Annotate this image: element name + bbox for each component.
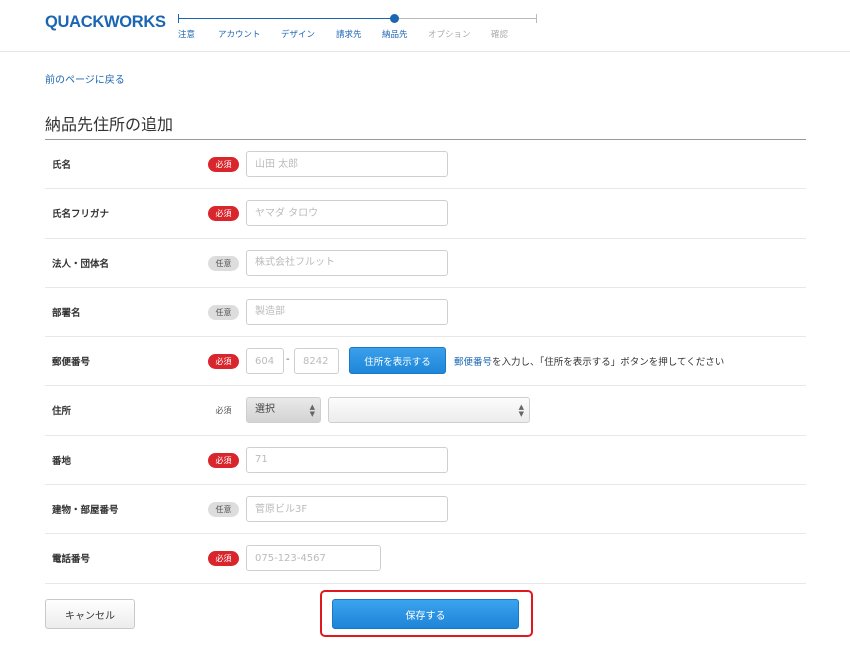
required-badge: 必須 (208, 206, 239, 222)
furigana-input[interactable] (246, 200, 448, 227)
postal-hint-text: を入力し、「住所を表示する」ボタンを押してください (492, 357, 725, 369)
form-row-company: 法人・団体名 任意 (45, 239, 806, 288)
step-design: デザイン (281, 30, 316, 40)
postal-hint: 郵便番号を入力し、「住所を表示する」ボタンを押してください (454, 354, 724, 368)
step-options: オプション (428, 30, 471, 40)
postal-dash: - (286, 354, 290, 366)
progress-line-todo (394, 18, 536, 19)
postal-code-second-input[interactable] (294, 348, 339, 375)
prefecture-select-value: 選択 (255, 404, 275, 416)
select-arrows-icon: ▲ ▼ (309, 403, 315, 419)
optional-badge: 任意 (208, 255, 239, 271)
furigana-label: 氏名フリガナ (52, 209, 110, 221)
address-label: 住所 (52, 406, 72, 418)
required-badge: 必須 (208, 354, 239, 370)
back-link[interactable]: 前のページに戻る (45, 71, 125, 86)
cancel-button[interactable]: キャンセル (45, 599, 135, 629)
form-row-street: 番地 必須 (45, 436, 806, 486)
postal-hint-link[interactable]: 郵便番号 (454, 357, 492, 368)
form-row-postal: 郵便番号 必須 - 住所を表示する 郵便番号を入力し、「住所を表示する」ボタンを… (45, 337, 806, 387)
step-caution: 注意 (178, 30, 196, 40)
select-arrows-icon: ▲ ▼ (518, 403, 524, 419)
form-row-name: 氏名 必須 (45, 140, 806, 190)
name-input[interactable] (246, 151, 448, 177)
required-badge: 必須 (208, 452, 239, 468)
street-input[interactable] (246, 446, 448, 473)
postal-label: 郵便番号 (52, 357, 91, 369)
form-row-department: 部署名 任意 (45, 288, 806, 338)
progress-line-done (178, 18, 394, 19)
form-row-building: 建物・部屋番号 任意 (45, 485, 806, 535)
building-input[interactable] (246, 496, 448, 523)
company-input[interactable] (246, 249, 448, 276)
phone-input[interactable] (246, 545, 381, 572)
progress-current-dot (390, 14, 399, 23)
name-label: 氏名 (52, 160, 72, 171)
save-button[interactable]: 保存する (332, 599, 519, 629)
required-badge: 必須 (208, 551, 239, 567)
progress-steps: 注意 アカウント デザイン 請求先 納品先 オプション 確認 (178, 12, 538, 42)
building-label: 建物・部屋番号 (52, 505, 119, 517)
street-label: 番地 (52, 455, 72, 467)
city-select[interactable]: ▲ ▼ (328, 397, 530, 424)
step-delivery: 納品先 (382, 30, 408, 40)
required-badge: 必須 (215, 406, 232, 416)
show-address-button[interactable]: 住所を表示する (349, 347, 446, 375)
form-row-address: 住所 必須 選択 ▲ ▼ ▲ ▼ (45, 386, 806, 436)
progress-tick-start (178, 14, 179, 23)
postal-code-first-input[interactable] (246, 348, 284, 375)
step-confirm: 確認 (491, 30, 509, 40)
header: QUACKWORKS 注意 アカウント デザイン 請求先 納品先 オプション 確… (0, 0, 850, 52)
optional-badge: 任意 (208, 502, 239, 518)
page-title: 納品先住所の追加 (45, 115, 174, 134)
phone-label: 電話番号 (52, 554, 91, 566)
progress-tick-end (536, 14, 537, 23)
form-row-furigana: 氏名フリガナ 必須 (45, 189, 806, 239)
form-row-phone: 電話番号 必須 (45, 534, 806, 584)
delivery-address-form: 氏名 必須 氏名フリガナ 必須 法人・団体名 任意 部署名 任意 郵便番号 必須… (45, 140, 806, 584)
department-label: 部署名 (52, 307, 81, 319)
step-billing: 請求先 (336, 30, 362, 40)
optional-badge: 任意 (208, 304, 239, 320)
department-input[interactable] (246, 298, 448, 325)
step-account: アカウント (218, 30, 261, 40)
logo[interactable]: QUACKWORKS (45, 13, 166, 32)
required-badge: 必須 (208, 157, 239, 172)
company-label: 法人・団体名 (52, 258, 110, 270)
prefecture-select[interactable]: 選択 ▲ ▼ (246, 397, 321, 424)
